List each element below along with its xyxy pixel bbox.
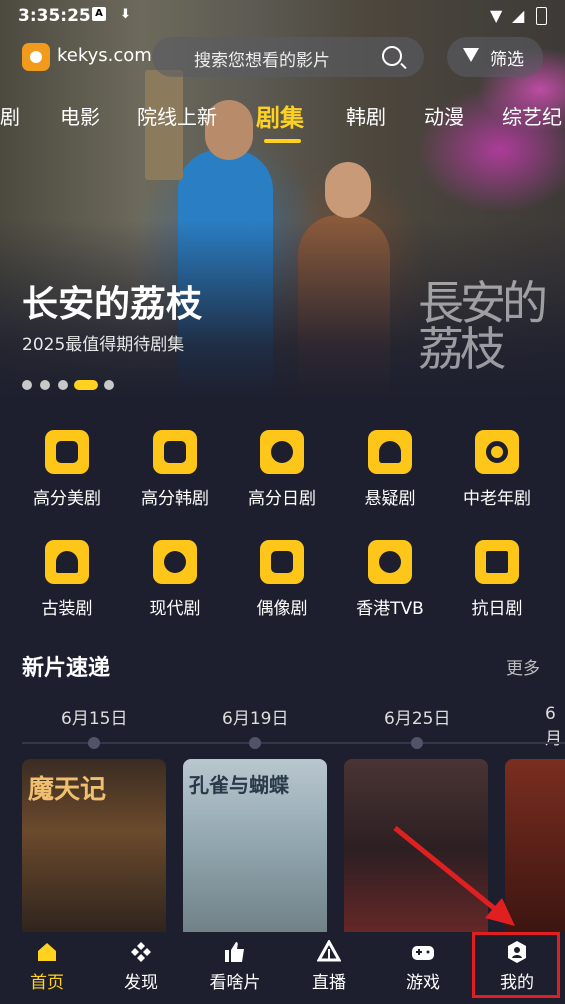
nav-home[interactable]: 首页 bbox=[0, 932, 94, 1004]
nav-discover[interactable]: 发现 bbox=[94, 932, 188, 1004]
nav-label: 首页 bbox=[30, 973, 64, 993]
nav-live[interactable]: 直播 bbox=[282, 932, 376, 1004]
nav-label: 发现 bbox=[124, 973, 158, 993]
thumbs-up-icon bbox=[225, 942, 244, 962]
nav-recommend[interactable]: 看啥片 bbox=[188, 932, 282, 1004]
nav-label: 看啥片 bbox=[209, 973, 261, 993]
discover-icon bbox=[131, 942, 151, 962]
gamepad-icon bbox=[412, 946, 434, 960]
highlight-box bbox=[472, 932, 560, 998]
annotation-arrow bbox=[393, 826, 515, 926]
nav-label: 直播 bbox=[312, 973, 346, 993]
home-icon bbox=[38, 943, 56, 961]
nav-games[interactable]: 游戏 bbox=[376, 932, 470, 1004]
live-icon bbox=[317, 940, 341, 962]
nav-label: 游戏 bbox=[406, 973, 440, 993]
